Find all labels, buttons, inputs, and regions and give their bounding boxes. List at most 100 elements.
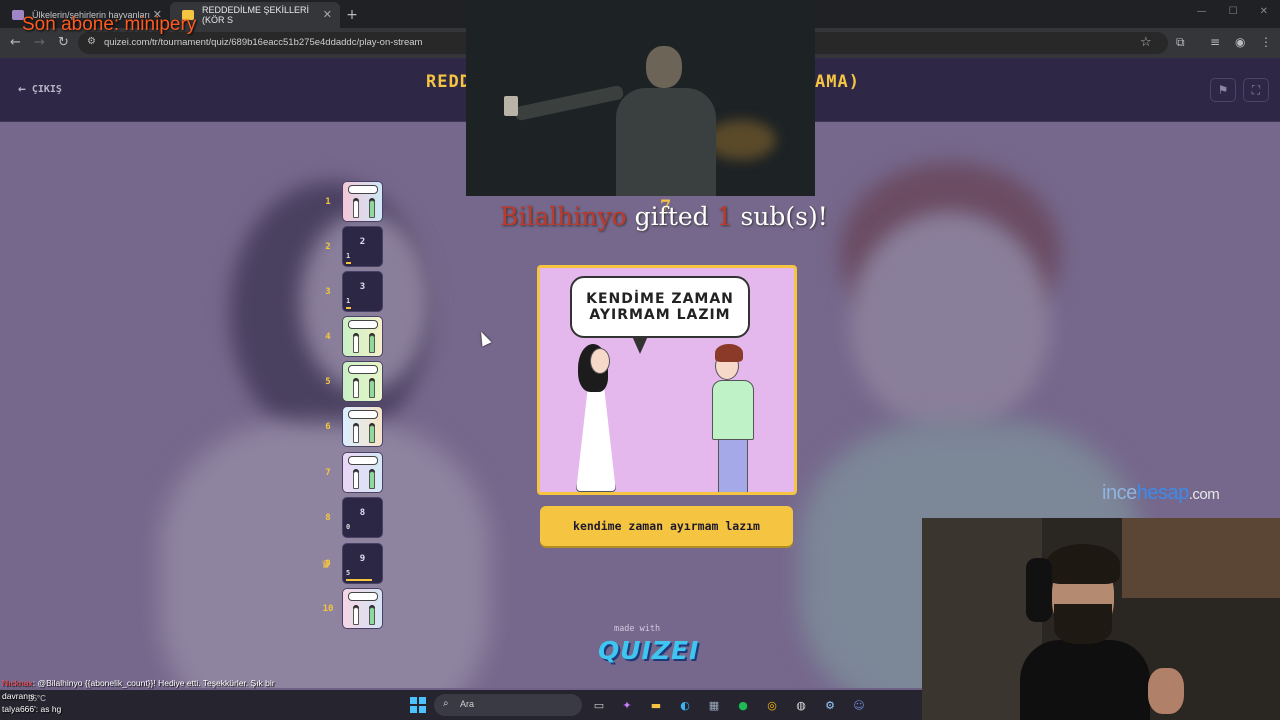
round-thumb-figure <box>353 380 359 398</box>
task-view-icon[interactable]: ▭ <box>590 696 608 714</box>
webcam-person-hand <box>1148 668 1184 714</box>
round-number: 2 <box>325 242 331 252</box>
woman-dress <box>576 386 616 492</box>
round-thumb-bubble <box>348 185 378 194</box>
video-figure-head <box>646 46 682 88</box>
round-thumb-figure <box>369 335 375 353</box>
man-shirt <box>712 380 754 440</box>
quiz-title-left: REDD <box>426 72 471 92</box>
new-tab-button[interactable]: + <box>340 2 364 28</box>
fullscreen-button[interactable]: ⛶ <box>1243 78 1269 102</box>
round-thumb-bubble <box>348 410 378 419</box>
fullscreen-icon: ⛶ <box>1251 82 1261 97</box>
round-thumb-bubble <box>348 592 378 601</box>
chat-username: talya666 <box>2 704 35 714</box>
back-icon[interactable]: ← <box>10 35 21 50</box>
round-score-bar <box>346 307 351 309</box>
video-light <box>706 120 776 160</box>
round-inner-number: 8 <box>359 508 366 518</box>
quizei-logo[interactable]: QUIZEI <box>598 636 699 665</box>
sponsor-part-2: hesap <box>1136 482 1190 504</box>
round-item-10[interactable] <box>342 588 383 629</box>
gift-middle: gifted <box>626 202 717 231</box>
round-thumb-figure <box>369 607 375 625</box>
video-figure-arm <box>513 84 625 122</box>
round-thumb-figure <box>353 335 359 353</box>
exit-button[interactable]: ← ÇIKIŞ <box>18 82 62 97</box>
round-item-4[interactable] <box>342 316 383 357</box>
obs-icon[interactable]: ◍ <box>792 696 810 714</box>
gift-suffix: sub(s)! <box>732 202 828 231</box>
round-score: 5 <box>346 569 351 577</box>
round-item-7[interactable] <box>342 452 383 493</box>
reload-icon[interactable]: ↻ <box>58 35 69 50</box>
edge-icon[interactable]: ◐ <box>676 696 694 714</box>
round-thumb-figure <box>369 380 375 398</box>
round-number: 10 <box>322 604 334 614</box>
steam-icon[interactable]: ⚙ <box>821 696 839 714</box>
flag-icon: ⚑ <box>1217 83 1229 97</box>
gift-alert: Bilalhinyo gifted 1 sub(s)! <box>500 202 828 231</box>
question-image-card: KENDİME ZAMAN AYIRMAM LAZIM <box>537 265 797 495</box>
search-icon: ⌕ <box>443 698 449 709</box>
round-thumb-figure <box>369 425 375 443</box>
extensions-icon[interactable]: ⧉ <box>1176 35 1185 50</box>
report-flag-button[interactable]: ⚑ <box>1210 78 1236 102</box>
round-item-1[interactable] <box>342 181 383 222</box>
webcam-person-hair <box>1046 544 1120 584</box>
round-item-6[interactable] <box>342 406 383 447</box>
profile-icon[interactable]: ◉ <box>1235 35 1245 49</box>
spotify-icon[interactable]: ● <box>734 696 752 714</box>
chrome-icon[interactable]: ◎ <box>763 696 781 714</box>
bubble-line-2: AYIRMAM LAZIM <box>589 307 731 323</box>
store-icon[interactable]: ▦ <box>705 696 723 714</box>
round-item-9[interactable]: 95 <box>342 543 383 584</box>
sponsor-logo: incehesap.com <box>1102 482 1220 505</box>
sponsor-part-1: ince <box>1102 482 1137 504</box>
sponsor-part-3: .com <box>1188 486 1220 503</box>
round-number: 5 <box>325 377 331 387</box>
stream-video-overlay <box>466 0 815 196</box>
arrow-left-icon: ← <box>18 82 26 97</box>
bubble-line-1: KENDİME ZAMAN <box>586 291 734 307</box>
round-thumb-figure <box>353 425 359 443</box>
round-number: 4 <box>325 332 331 342</box>
round-score: 1 <box>346 297 351 305</box>
file-explorer-icon[interactable]: ▬ <box>647 696 665 714</box>
chat-message: Nıcknax: @Bilalhinyo {{abonelik_count}}!… <box>2 678 422 691</box>
round-item-8[interactable]: 80 <box>342 497 383 538</box>
bookmark-star-icon[interactable]: ☆ <box>1140 35 1152 50</box>
gift-count: 1 <box>716 202 733 231</box>
site-info-icon[interactable]: ⚙ <box>87 36 96 47</box>
forward-icon[interactable]: → <box>34 35 45 50</box>
taskbar-search[interactable]: ⌕ Ara <box>434 694 582 716</box>
chat-username: Nıcknax <box>2 678 33 688</box>
tab-label: REDDEDİLME ŞEKİLLERİ (KÖR S <box>202 5 310 25</box>
chat-text: ': as hg <box>34 704 62 714</box>
woman-face <box>590 348 610 374</box>
video-figure-body <box>616 88 716 196</box>
bg-woman-body <box>160 422 490 688</box>
close-icon[interactable]: ✕ <box>323 8 332 21</box>
chat-message: talya666': as hg <box>2 704 422 717</box>
round-number: 6 <box>325 422 331 432</box>
close-window-icon[interactable]: ✕ <box>1260 6 1268 17</box>
speech-bubble: KENDİME ZAMAN AYIRMAM LAZIM <box>570 276 750 338</box>
round-item-5[interactable] <box>342 361 383 402</box>
minimize-icon[interactable]: — <box>1197 6 1207 17</box>
webcam-shelf <box>1122 518 1280 598</box>
answer-button[interactable]: kendime zaman ayırmam lazım <box>540 506 793 546</box>
chat-text: : @Bilalhinyo {{abonelik_count}}! Hediye… <box>32 678 275 688</box>
bg-man-face <box>850 212 1050 432</box>
round-thumb-bubble <box>348 365 378 374</box>
discord-icon[interactable]: ☺ <box>850 696 868 714</box>
round-item-2[interactable]: 21 <box>342 226 383 267</box>
webcam-headset <box>1026 558 1052 622</box>
copilot-icon[interactable]: ✦ <box>618 696 636 714</box>
round-item-3[interactable]: 31 <box>342 271 383 312</box>
media-icon[interactable]: ≡ <box>1210 35 1220 49</box>
round-thumb-figure <box>369 471 375 489</box>
round-thumb-figure <box>353 200 359 218</box>
menu-icon[interactable]: ⋮ <box>1260 35 1272 49</box>
maximize-icon[interactable]: ☐ <box>1229 6 1238 17</box>
